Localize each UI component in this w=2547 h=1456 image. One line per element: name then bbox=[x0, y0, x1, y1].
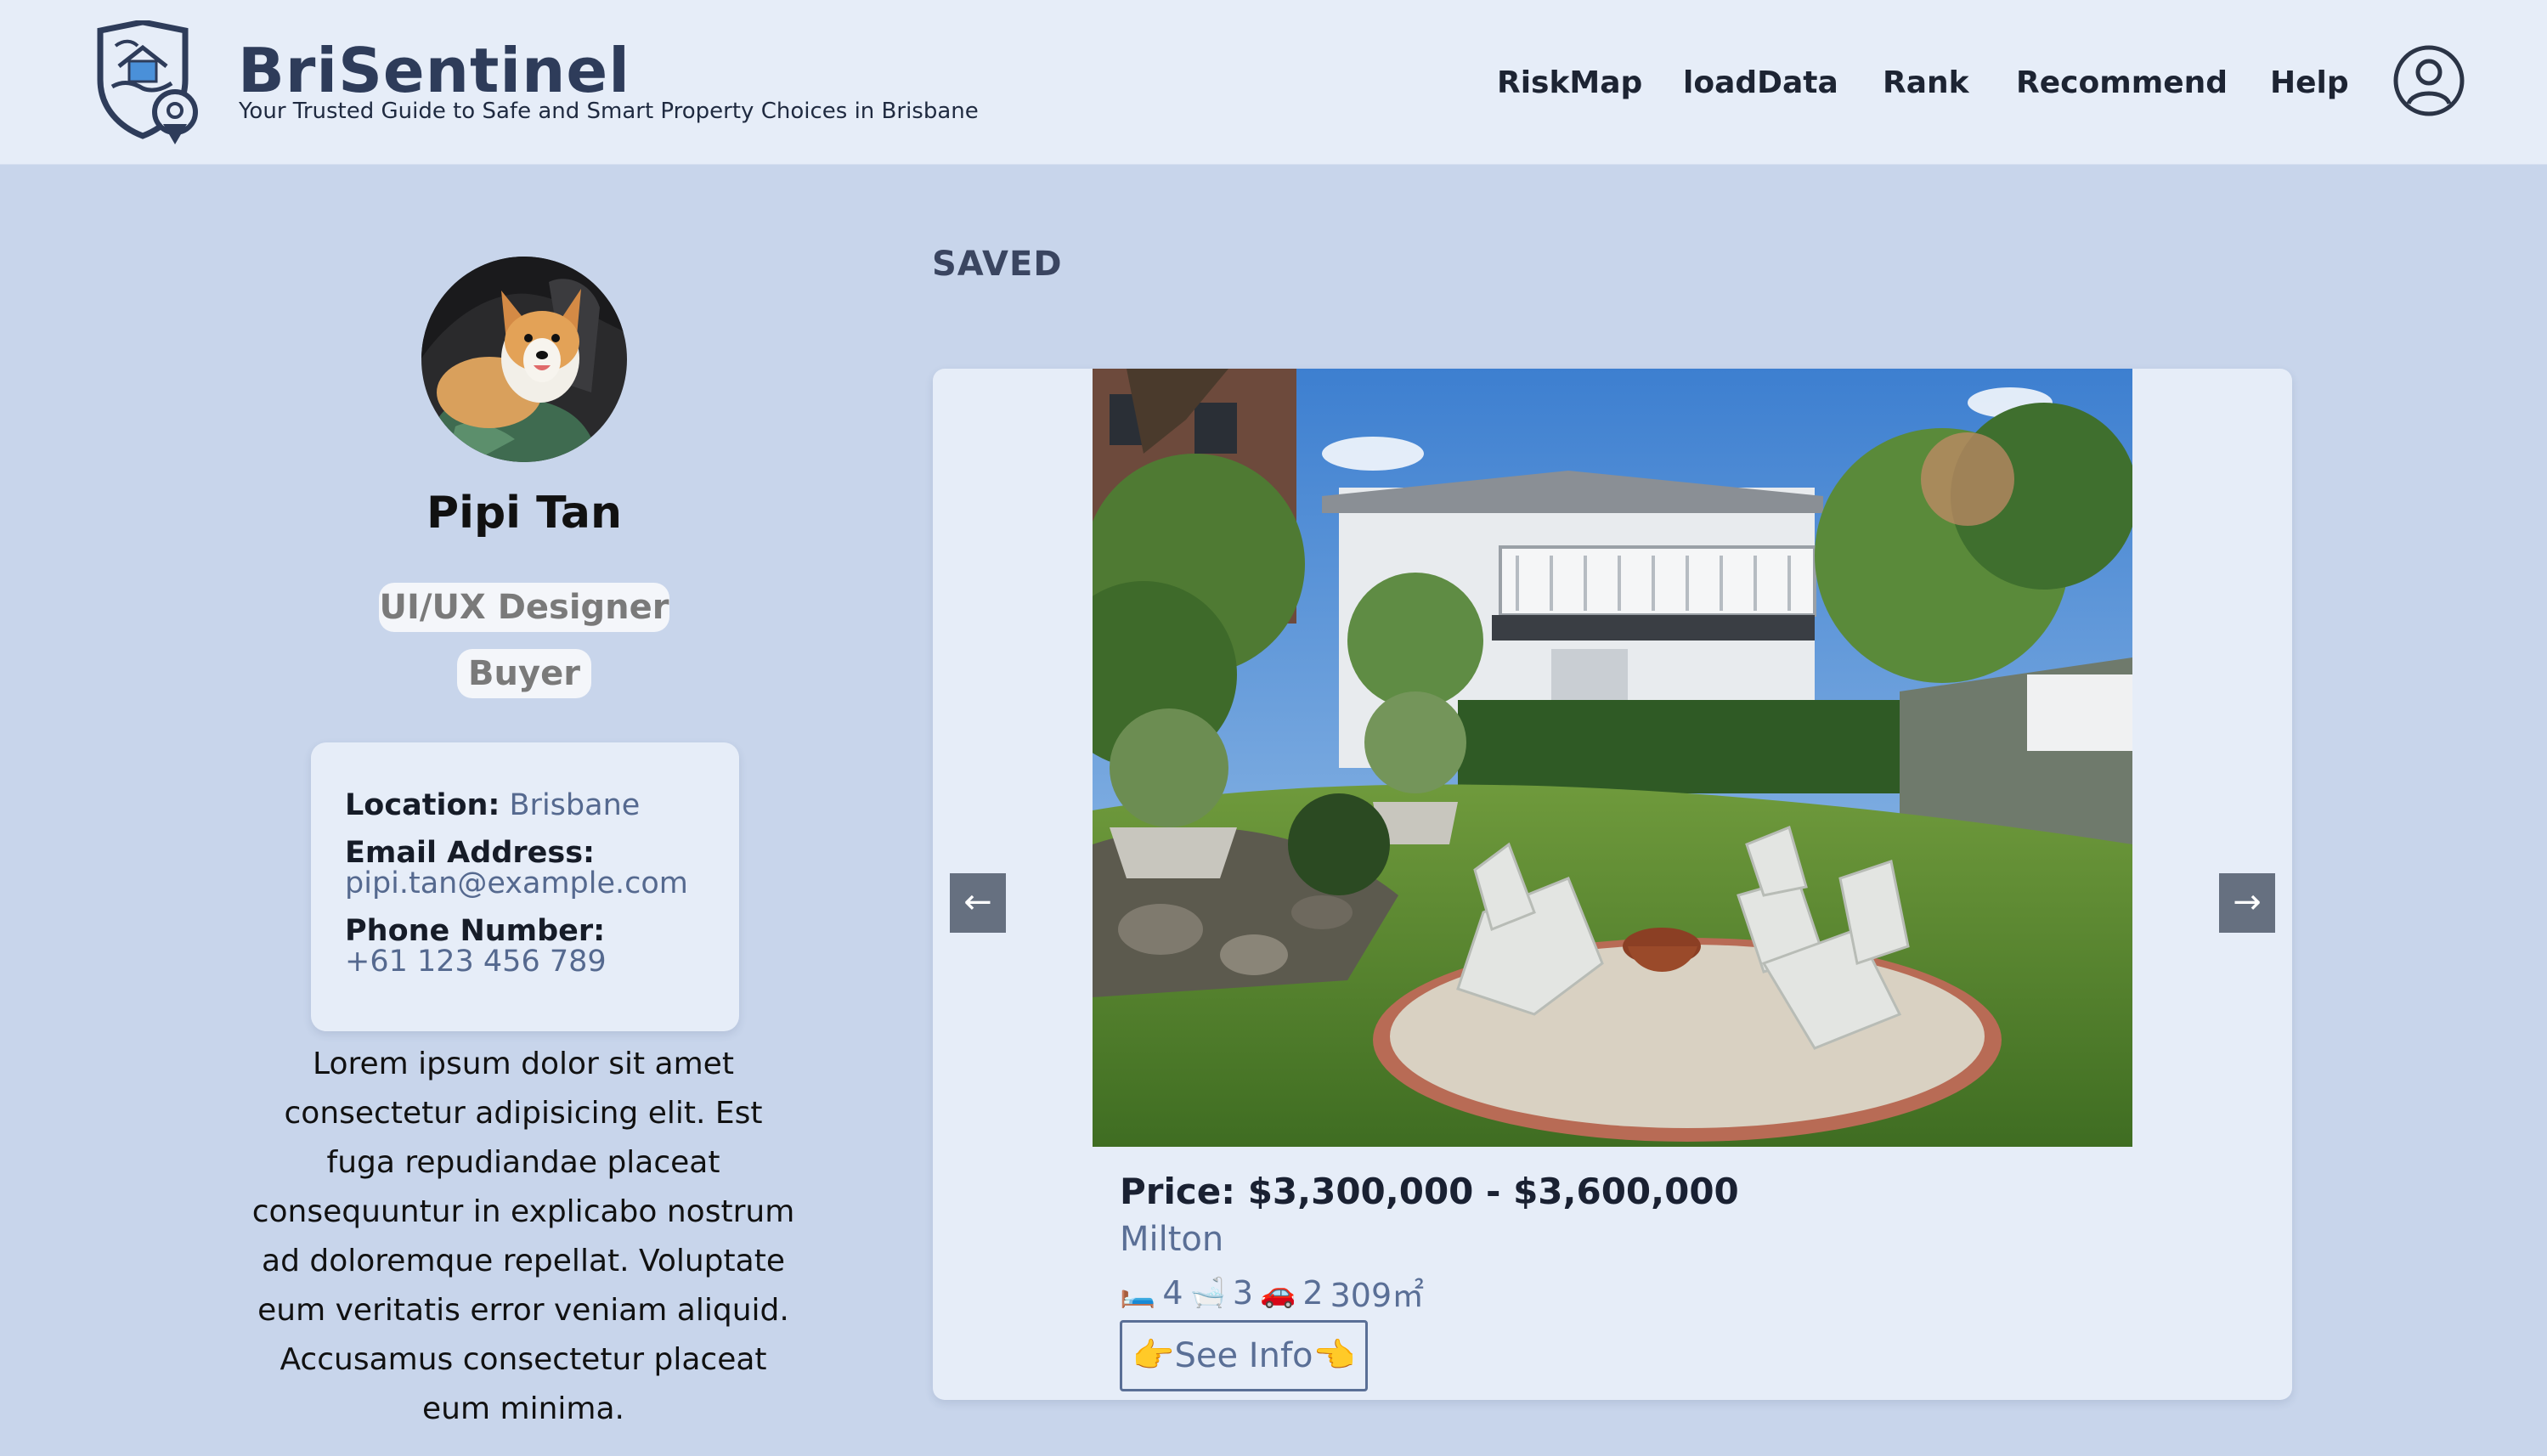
phone-value[interactable]: +61 123 456 789 bbox=[345, 945, 607, 979]
brand-name[interactable]: BriSentinel bbox=[238, 32, 630, 109]
shield-location-logo-icon bbox=[97, 20, 198, 144]
listing-suburb: Milton bbox=[1120, 1220, 1224, 1259]
bathtub-icon: 🛁 bbox=[1189, 1275, 1226, 1310]
profile-name: Pipi Tan bbox=[426, 488, 622, 539]
see-info-button[interactable]: 👉See Info👈 bbox=[1120, 1320, 1368, 1391]
corgi-avatar-image bbox=[421, 257, 627, 462]
brand-tagline: Your Trusted Guide to Safe and Smart Pro… bbox=[239, 99, 979, 124]
role-tag: UI/UX Designer bbox=[379, 583, 669, 632]
nav-riskmap[interactable]: RiskMap bbox=[1497, 59, 1642, 107]
email-value[interactable]: pipi.tan@example.com bbox=[345, 866, 688, 900]
car-icon: 🚗 bbox=[1260, 1275, 1296, 1310]
nav-recommend[interactable]: Recommend bbox=[2016, 59, 2228, 107]
backyard-house-image bbox=[1093, 369, 2132, 1147]
nav-help[interactable]: Help bbox=[2270, 59, 2349, 107]
carousel-next-button[interactable]: → bbox=[2219, 873, 2275, 933]
location-row: Location: Brisbane bbox=[345, 788, 640, 822]
buyer-tag: Buyer bbox=[457, 649, 591, 698]
property-photo bbox=[1093, 369, 2132, 1147]
phone-label: Phone Number: bbox=[345, 914, 606, 948]
saved-heading: SAVED bbox=[932, 245, 1063, 284]
listing-features: 🛏️ 4 🛁 3 🚗 2 309㎡ bbox=[1120, 1269, 1424, 1316]
listing-price: Price: $3,300,000 - $3,600,000 bbox=[1120, 1171, 1739, 1212]
contact-card: Location: Brisbane Email Address: pipi.t… bbox=[311, 742, 739, 1031]
email-label: Email Address: bbox=[345, 836, 596, 870]
bedrooms-count: 4 bbox=[1162, 1273, 1183, 1312]
profile-avatar bbox=[421, 257, 627, 462]
user-circle-icon[interactable] bbox=[2392, 44, 2465, 117]
nav-loaddata[interactable]: loadData bbox=[1683, 59, 1838, 107]
profile-bio: Lorem ipsum dolor sit amet consectetur a… bbox=[251, 1047, 795, 1426]
land-area: 309㎡ bbox=[1330, 1277, 1425, 1314]
parking-count: 2 bbox=[1302, 1273, 1324, 1312]
location-value: Brisbane bbox=[509, 788, 641, 822]
bed-icon: 🛏️ bbox=[1120, 1275, 1156, 1310]
nav-rank[interactable]: Rank bbox=[1883, 59, 1969, 107]
carousel-prev-button[interactable]: ← bbox=[950, 873, 1006, 933]
bathrooms-count: 3 bbox=[1232, 1273, 1254, 1312]
top-header: BriSentinel Your Trusted Guide to Safe a… bbox=[0, 0, 2547, 165]
location-label: Location: bbox=[345, 788, 500, 822]
